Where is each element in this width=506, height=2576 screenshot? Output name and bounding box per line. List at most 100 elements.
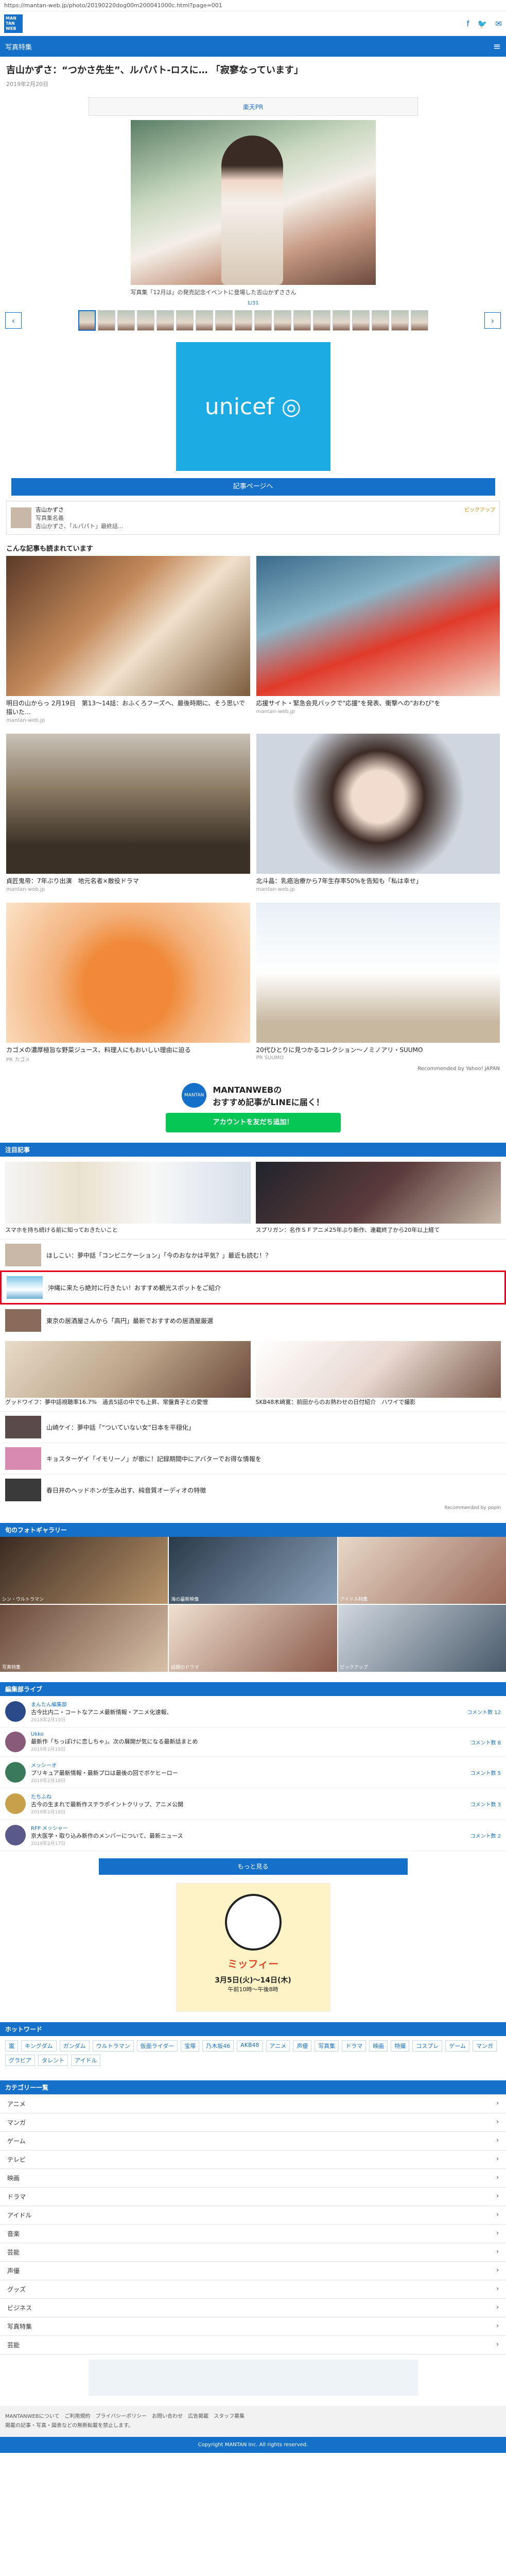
live-item[interactable]: メッシーオ プリキュア最新情報・最新プロは最後の回でボケヒーロー 2019年2月…: [0, 1757, 506, 1789]
news-card[interactable]: スマホを持ち続ける前に知っておきたいこと: [5, 1162, 251, 1234]
thumbnail[interactable]: [195, 310, 213, 331]
news-row[interactable]: ほしこい：夢中話「コンビニケーション」「今のおなかは平気？」最近も読む！？: [0, 1239, 506, 1270]
gallery-cell[interactable]: シン・ウルトラマン: [0, 1537, 168, 1604]
thumbnail[interactable]: [78, 310, 96, 331]
footer-link[interactable]: お問い合わせ: [152, 2414, 183, 2419]
keyword-tag[interactable]: 仮面ライダー: [136, 2040, 178, 2052]
thumbnail[interactable]: [156, 310, 174, 331]
unicef-ad[interactable]: unicef ◎: [176, 342, 330, 471]
comment-count[interactable]: コメント数 3: [470, 1800, 501, 1808]
miffy-ad[interactable]: ミッフィー 3月5日(火)～14日(木) 午前10時～午後8時: [176, 1883, 330, 2012]
main-photo-image[interactable]: [130, 120, 376, 285]
thumbnail[interactable]: [176, 310, 194, 331]
news-card[interactable]: グッドワイフ：夢中話視聴率16.7% 過去5話の中でも上昇、常盤貴子との愛憎: [5, 1341, 251, 1406]
keyword-tag[interactable]: ガンダム: [59, 2040, 90, 2052]
live-item[interactable]: Ukko 最新作「ちっぽけに恋しちゃ」。次の展開が気になる最新話まとめ 2019…: [0, 1727, 506, 1757]
category-item[interactable]: 音楽 ›: [0, 2225, 506, 2244]
live-item[interactable]: RFP メッシャー 京大医学・取り込み新作のメンバーについて、最新ニュース 20…: [0, 1820, 506, 1852]
keyword-tag[interactable]: キングダム: [21, 2040, 57, 2052]
comment-count[interactable]: コメント数 5: [470, 1769, 501, 1776]
news-card[interactable]: スプリガン：名作ＳＦアニメ25年ぶり新作、連載終了から20年以上経て: [255, 1162, 501, 1234]
footer-link[interactable]: スタッフ募集: [214, 2414, 245, 2419]
news-card[interactable]: SKB48木崎寛：前田からのお熱わせの日付紹介 ハワイで撮影: [255, 1341, 501, 1406]
thumbnail[interactable]: [371, 310, 389, 331]
category-item[interactable]: 映画 ›: [0, 2169, 506, 2188]
more-button[interactable]: もっと見る: [98, 1858, 408, 1875]
category-item[interactable]: グッズ ›: [0, 2280, 506, 2299]
recommend-card[interactable]: 北斗晶：乳癌治療から7年生存率50%を告知も「私は幸せ」 mantan-web.…: [256, 733, 500, 892]
footer-banner[interactable]: [88, 2360, 418, 2396]
gallery-cell[interactable]: 写真特集: [0, 1605, 168, 1672]
category-item[interactable]: マンガ ›: [0, 2113, 506, 2132]
recommend-card[interactable]: 20代ひとりに見つかるコレクション〜ノミノアリ・SUUMO PR SUUMO: [256, 902, 500, 1063]
recommend-card[interactable]: 貞匠鬼帝：7年ぶり出演 地元名者×敵役ドラマ mantan-web.jp: [6, 733, 250, 892]
thumbnail[interactable]: [97, 310, 115, 331]
keyword-tag[interactable]: ドラマ: [342, 2040, 367, 2052]
category-item[interactable]: ビジネス ›: [0, 2299, 506, 2318]
category-item[interactable]: 写真特集 ›: [0, 2317, 506, 2336]
live-item[interactable]: たちふね 古今の生まれで最新作ステラポイントクリップ、アニメ公開 2019年2月…: [0, 1788, 506, 1820]
category-item[interactable]: 芸能 ›: [0, 2336, 506, 2355]
thumbnail[interactable]: [254, 310, 272, 331]
author-name[interactable]: 吉山かずさ: [36, 505, 123, 514]
category-item[interactable]: テレビ ›: [0, 2150, 506, 2170]
facebook-icon[interactable]: f: [466, 19, 469, 28]
keyword-tag[interactable]: 宝塚: [181, 2040, 200, 2052]
live-item[interactable]: まんたん編集部 古今比内二・コートなアニメ最新情報・アニメ化速報、 2019年2…: [0, 1696, 506, 1728]
thumbnail[interactable]: [312, 310, 330, 331]
site-logo[interactable]: MAN TAN WEB: [4, 14, 23, 33]
keyword-tag[interactable]: 乃木坂46: [202, 2040, 234, 2052]
keyword-tag[interactable]: ゲーム: [445, 2040, 469, 2052]
ad-banner[interactable]: 楽天PR: [88, 97, 418, 116]
keyword-tag[interactable]: 特撮: [391, 2040, 410, 2052]
thumbnail[interactable]: [293, 310, 311, 331]
gallery-cell[interactable]: 海の最新映像: [169, 1537, 337, 1604]
prev-arrow-icon[interactable]: ‹: [5, 312, 22, 329]
footer-link[interactable]: ご利用規約: [64, 2414, 90, 2419]
news-row[interactable]: キョスターゲイ「イモリーノ」が歌に！記録期間中にアバターでお得な情報を: [0, 1443, 506, 1474]
gnav-label[interactable]: 写真特集: [5, 42, 32, 52]
keyword-tag[interactable]: グラビア: [5, 2055, 35, 2066]
line-add-friend-button[interactable]: アカウントを友だち追加！: [165, 1113, 341, 1133]
gallery-cell[interactable]: ピックアップ: [338, 1605, 506, 1672]
keyword-tag[interactable]: 写真集: [315, 2040, 339, 2052]
keyword-tag[interactable]: タレント: [38, 2055, 68, 2066]
category-item[interactable]: ゲーム ›: [0, 2132, 506, 2151]
footer-link[interactable]: 広告掲載: [188, 2414, 208, 2419]
category-item[interactable]: ドラマ ›: [0, 2188, 506, 2207]
footer-link[interactable]: プライバシーポリシー: [95, 2414, 147, 2419]
thumbnail[interactable]: [391, 310, 409, 331]
news-row[interactable]: 東京の居酒屋さんから「高円」最新でおすすめの居酒屋厳選: [0, 1304, 506, 1336]
article-page-button[interactable]: 記事ページへ: [11, 478, 495, 496]
thumbnail[interactable]: [352, 310, 370, 331]
twitter-icon[interactable]: 🐦: [478, 19, 487, 28]
recommend-card[interactable]: カゴメの濃厚極旨な野菜ジュース、料理人にもおいしい理由に迫る PR カゴメ: [6, 902, 250, 1063]
thumbnail[interactable]: [215, 310, 233, 331]
thumbnail[interactable]: [117, 310, 135, 331]
keyword-tag[interactable]: コスプレ: [412, 2040, 443, 2052]
comment-count[interactable]: コメント数 8: [470, 1738, 501, 1746]
thumbnail[interactable]: [136, 310, 154, 331]
keyword-tag[interactable]: ウルトラマン: [92, 2040, 134, 2052]
recommend-card[interactable]: 明日の山からっ 2月19日 第13〜14話：おふくろフーズへ、最後時期に、そう思…: [6, 556, 250, 723]
keyword-tag[interactable]: 嵐: [5, 2040, 18, 2052]
recommend-card[interactable]: 応援サイト・緊急会見バックで"応援"を発表、衝撃への"おわび"を mantan-…: [256, 556, 500, 723]
keyword-tag[interactable]: 声優: [293, 2040, 312, 2052]
thumbnail[interactable]: [234, 310, 252, 331]
keyword-tag[interactable]: 映画: [369, 2040, 388, 2052]
keyword-tag[interactable]: アニメ: [266, 2040, 290, 2052]
category-item[interactable]: アニメ ›: [0, 2095, 506, 2114]
thumbnail[interactable]: [410, 310, 428, 331]
news-row[interactable]: 春日井のヘッドホンが生み出す、純音質オーディオの特徴: [0, 1474, 506, 1505]
comment-count[interactable]: コメント数 12: [467, 1708, 501, 1716]
next-arrow-icon[interactable]: ›: [484, 312, 501, 329]
menu-icon[interactable]: ≡: [493, 41, 501, 52]
gallery-cell[interactable]: 話題のドラマ: [169, 1605, 337, 1672]
comment-count[interactable]: コメント数 2: [470, 1832, 501, 1839]
news-row[interactable]: 山崎ケイ：夢中話「“ついていない女”日本を平穏化」: [0, 1411, 506, 1443]
gallery-cell[interactable]: アイドル特集: [338, 1537, 506, 1604]
keyword-tag[interactable]: アイドル: [71, 2055, 101, 2066]
news-row-highlighted[interactable]: 沖縄に来たら絶対に行きたい！おすすめ観光スポットをご紹介: [0, 1270, 506, 1305]
keyword-tag[interactable]: AKB48: [237, 2040, 263, 2052]
keyword-tag[interactable]: マンガ: [472, 2040, 497, 2052]
